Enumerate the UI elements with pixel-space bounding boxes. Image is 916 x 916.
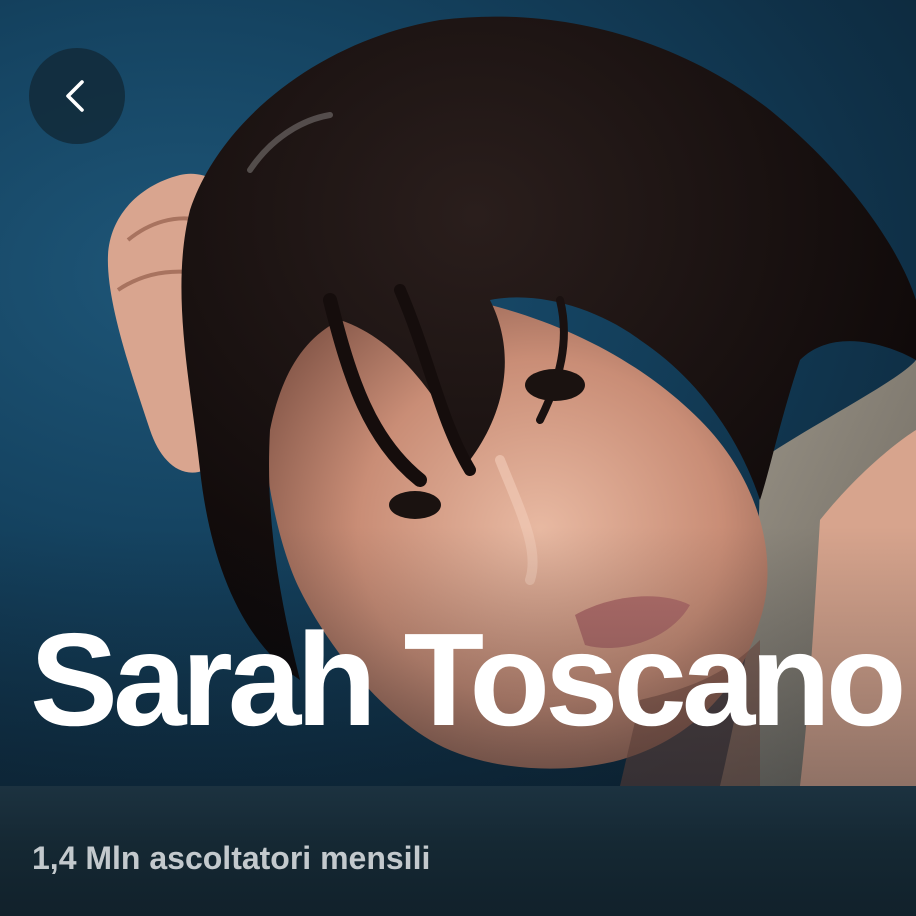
monthly-listeners: 1,4 Mln ascoltatori mensili — [32, 840, 431, 876]
artist-page: Sarah Toscano 1,4 Mln ascoltatori mensil… — [0, 0, 916, 916]
back-button[interactable] — [29, 48, 125, 144]
artist-name: Sarah Toscano — [30, 606, 907, 753]
chevron-left-icon — [66, 80, 84, 112]
